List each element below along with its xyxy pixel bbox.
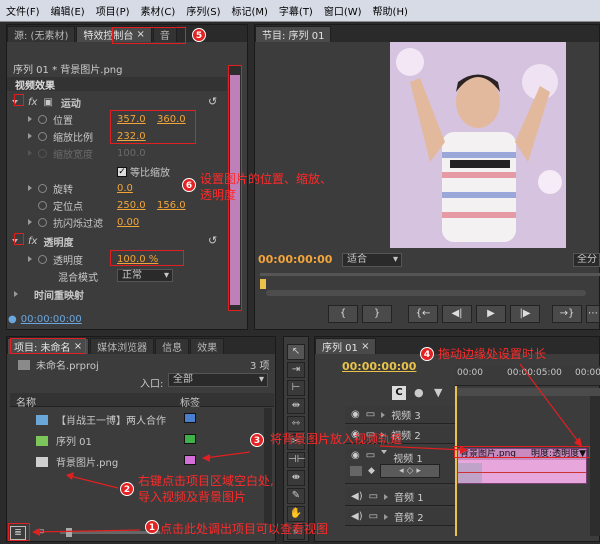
- annotation-1-text: 点击此处调出项目可以查看视图: [160, 522, 329, 536]
- annotation-2-line2: 导入视频及背景图片: [138, 490, 247, 504]
- step-badge-3: 3: [250, 433, 264, 447]
- annotation-6-line2: 透明度: [200, 188, 237, 202]
- arrow-line: [519, 363, 581, 445]
- step-badge-5: 5: [192, 28, 206, 42]
- step-badge-2: 2: [120, 482, 134, 496]
- arrow-line: [69, 475, 119, 489]
- arrow-head: [460, 446, 468, 454]
- annotation-4-text: 拖动边缘处设置时长: [438, 347, 547, 361]
- arrow-head: [66, 472, 74, 480]
- annotation-3-text: 将背景图片放入视频轨道: [270, 432, 403, 446]
- arrow-head: [32, 528, 40, 536]
- step-badge-6: 6: [182, 178, 196, 192]
- annotation-6-line1: 设置图片的位置、缩放、: [200, 172, 333, 186]
- arrow-head: [202, 454, 210, 462]
- step-badge-1: 1: [145, 520, 159, 534]
- arrow-line: [204, 451, 251, 459]
- arrow-line: [33, 529, 141, 533]
- annotation-2-line1: 右键点击项目区域空白处,: [138, 474, 274, 488]
- annotation-arrows: [32, 363, 582, 536]
- step-badge-4: 4: [420, 347, 434, 361]
